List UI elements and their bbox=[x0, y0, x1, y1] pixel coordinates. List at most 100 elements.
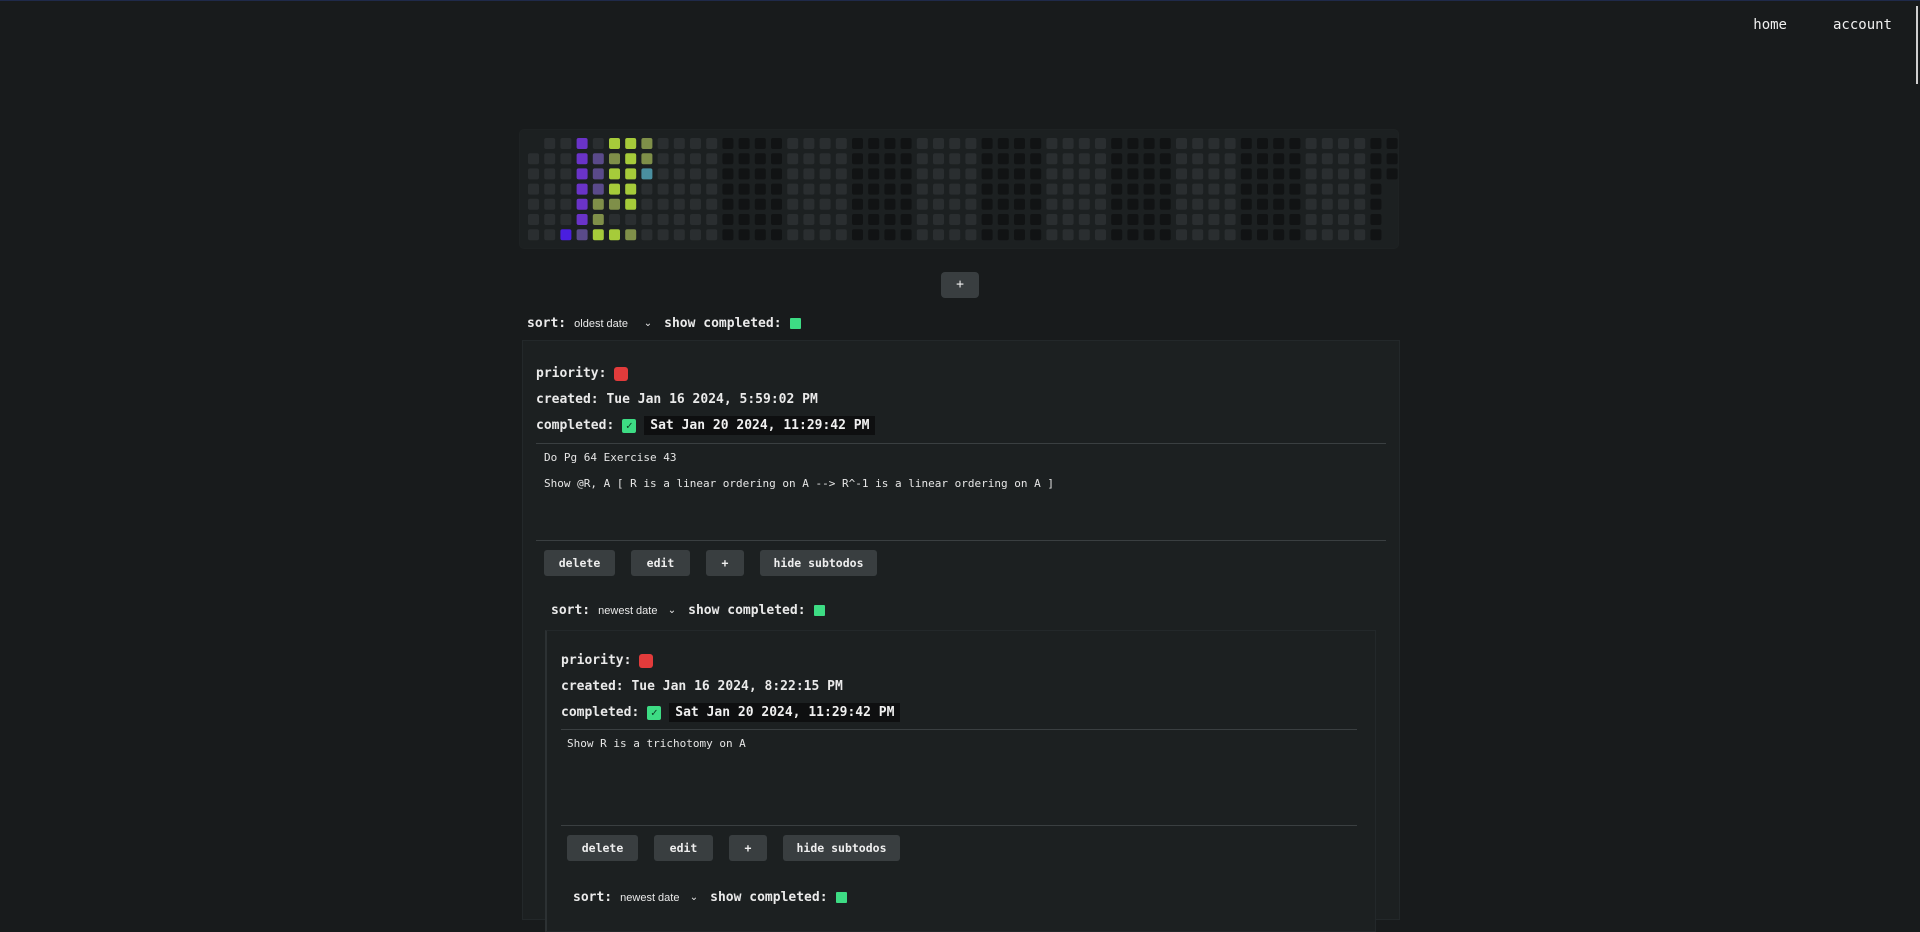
heatmap-cell[interactable] bbox=[1305, 168, 1317, 180]
heatmap-cell[interactable] bbox=[933, 183, 944, 195]
heatmap-cell[interactable] bbox=[900, 153, 912, 165]
add-subtodo-button[interactable]: + bbox=[706, 550, 744, 576]
heatmap-cell[interactable] bbox=[933, 214, 944, 225]
heatmap-cell[interactable] bbox=[949, 168, 961, 180]
heatmap-cell[interactable] bbox=[1176, 214, 1187, 225]
heatmap-cell[interactable] bbox=[641, 168, 653, 180]
heatmap-cell[interactable] bbox=[965, 214, 977, 225]
heatmap-cell[interactable] bbox=[592, 153, 604, 165]
heatmap-cell[interactable] bbox=[738, 229, 750, 241]
heatmap-cell[interactable] bbox=[1224, 214, 1236, 225]
heatmap-cell[interactable] bbox=[1159, 138, 1171, 149]
heatmap-cell[interactable] bbox=[933, 138, 944, 149]
heatmap-cell[interactable] bbox=[1095, 198, 1106, 210]
heatmap-cell[interactable] bbox=[1386, 138, 1398, 149]
heatmap-cell[interactable] bbox=[787, 153, 799, 165]
scrollbar-thumb[interactable] bbox=[1916, 6, 1918, 84]
heatmap-cell[interactable] bbox=[1354, 214, 1366, 225]
heatmap-cell[interactable] bbox=[1305, 198, 1317, 210]
heatmap-cell[interactable] bbox=[592, 138, 604, 149]
heatmap-cell[interactable] bbox=[673, 183, 685, 195]
heatmap-cell[interactable] bbox=[1305, 138, 1317, 149]
heatmap-cell[interactable] bbox=[1240, 153, 1252, 165]
heatmap-cell[interactable] bbox=[1046, 183, 1058, 195]
heatmap-cell[interactable] bbox=[852, 198, 863, 210]
heatmap-cell[interactable] bbox=[1095, 229, 1106, 241]
heatmap-cell[interactable] bbox=[1127, 183, 1139, 195]
heatmap-cell[interactable] bbox=[690, 153, 701, 165]
heatmap-cell[interactable] bbox=[1370, 168, 1382, 180]
heatmap-cell[interactable] bbox=[1192, 214, 1204, 225]
heatmap-cell[interactable] bbox=[1030, 168, 1042, 180]
heatmap-cell[interactable] bbox=[1030, 214, 1042, 225]
heatmap-cell[interactable] bbox=[1273, 214, 1285, 225]
heatmap-cell[interactable] bbox=[852, 183, 863, 195]
heatmap-cell[interactable] bbox=[1111, 229, 1123, 241]
heatmap-cell[interactable] bbox=[1224, 229, 1236, 241]
heatmap-cell[interactable] bbox=[1111, 198, 1123, 210]
heatmap-cell[interactable] bbox=[1095, 138, 1106, 149]
heatmap-cell[interactable] bbox=[981, 214, 993, 225]
heatmap-cell[interactable] bbox=[528, 214, 539, 225]
heatmap-cell[interactable] bbox=[1111, 183, 1123, 195]
priority-indicator[interactable] bbox=[639, 653, 654, 668]
heatmap-cell[interactable] bbox=[1014, 138, 1025, 149]
heatmap-cell[interactable] bbox=[803, 198, 815, 210]
heatmap-cell[interactable] bbox=[609, 198, 620, 210]
heatmap-cell[interactable] bbox=[884, 138, 896, 149]
heatmap-cell[interactable] bbox=[787, 183, 799, 195]
heatmap-cell[interactable] bbox=[1143, 214, 1155, 225]
heatmap-cell[interactable] bbox=[1095, 153, 1106, 165]
heatmap-cell[interactable] bbox=[690, 214, 701, 225]
heatmap-cell[interactable] bbox=[949, 214, 961, 225]
heatmap-cell[interactable] bbox=[1111, 153, 1123, 165]
heatmap-cell[interactable] bbox=[819, 214, 831, 225]
heatmap-cell[interactable] bbox=[690, 138, 701, 149]
heatmap-cell[interactable] bbox=[1095, 168, 1106, 180]
heatmap-cell[interactable] bbox=[1273, 168, 1285, 180]
heatmap-cell[interactable] bbox=[544, 168, 556, 180]
heatmap-cell[interactable] bbox=[544, 214, 556, 225]
heatmap-cell[interactable] bbox=[1305, 229, 1317, 241]
heatmap-cell[interactable] bbox=[1289, 138, 1301, 149]
heatmap-cell[interactable] bbox=[1046, 198, 1058, 210]
heatmap-cell[interactable] bbox=[965, 198, 977, 210]
heatmap-cell[interactable] bbox=[868, 138, 880, 149]
heatmap-cell[interactable] bbox=[544, 153, 556, 165]
heatmap-cell[interactable] bbox=[884, 198, 896, 210]
heatmap-cell[interactable] bbox=[981, 153, 993, 165]
heatmap-cell[interactable] bbox=[1354, 138, 1366, 149]
heatmap-cell[interactable] bbox=[1078, 168, 1090, 180]
heatmap-cell[interactable] bbox=[1062, 138, 1074, 149]
heatmap-cell[interactable] bbox=[835, 153, 847, 165]
heatmap-cell[interactable] bbox=[1370, 138, 1382, 149]
heatmap-cell[interactable] bbox=[1078, 183, 1090, 195]
heatmap-cell[interactable] bbox=[916, 168, 928, 180]
heatmap-cell[interactable] bbox=[1386, 153, 1398, 165]
heatmap-cell[interactable] bbox=[933, 198, 944, 210]
heatmap-cell[interactable] bbox=[528, 229, 539, 241]
heatmap-cell[interactable] bbox=[1111, 214, 1123, 225]
heatmap-cell[interactable] bbox=[1240, 168, 1252, 180]
heatmap-cell[interactable] bbox=[965, 229, 977, 241]
heatmap-cell[interactable] bbox=[900, 214, 912, 225]
heatmap-cell[interactable] bbox=[949, 198, 961, 210]
heatmap-cell[interactable] bbox=[1257, 168, 1268, 180]
heatmap-cell[interactable] bbox=[1143, 138, 1155, 149]
heatmap-cell[interactable] bbox=[1127, 198, 1139, 210]
heatmap-cell[interactable] bbox=[544, 183, 556, 195]
heatmap-cell[interactable] bbox=[576, 153, 588, 165]
heatmap-cell[interactable] bbox=[1289, 168, 1301, 180]
heatmap-cell[interactable] bbox=[771, 138, 782, 149]
delete-button[interactable]: delete bbox=[567, 835, 638, 861]
heatmap-cell[interactable] bbox=[787, 214, 799, 225]
heatmap-cell[interactable] bbox=[560, 214, 572, 225]
heatmap-cell[interactable] bbox=[560, 138, 572, 149]
heatmap-cell[interactable] bbox=[754, 138, 766, 149]
heatmap-cell[interactable] bbox=[592, 168, 604, 180]
heatmap-cell[interactable] bbox=[803, 214, 815, 225]
heatmap-cell[interactable] bbox=[609, 183, 620, 195]
heatmap-cell[interactable] bbox=[1386, 168, 1398, 180]
heatmap-cell[interactable] bbox=[1240, 183, 1252, 195]
heatmap-cell[interactable] bbox=[949, 138, 961, 149]
